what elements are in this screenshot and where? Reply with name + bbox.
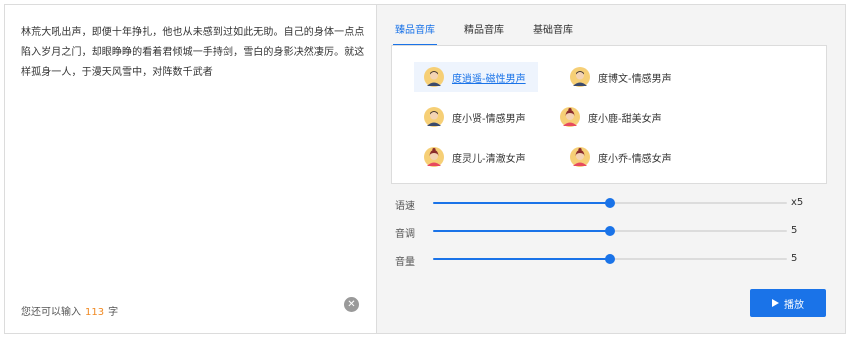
voice-library-tabs: 臻品音库 精品音库 基础音库	[393, 17, 600, 46]
voice-option-label: 度小鹿-甜美女声	[588, 113, 662, 125]
char-counter-suffix: 字	[108, 307, 119, 318]
female-avatar-icon	[560, 107, 580, 127]
voice-option[interactable]: 度逍遥-磁性男声	[414, 62, 538, 92]
volume-slider-handle[interactable]	[605, 254, 615, 264]
voice-option-label: 度逍遥-磁性男声	[452, 73, 526, 85]
speed-label: 语速	[395, 201, 415, 212]
volume-value: 5	[791, 253, 798, 264]
close-circle-icon: ✕	[347, 299, 356, 310]
text-input-panel[interactable]: 林荒大吼出声，即便十年挣扎，他也从未感到过如此无助。自己的身体一点点陷入岁月之门…	[5, 5, 377, 333]
volume-slider[interactable]	[433, 254, 787, 264]
voice-option-label: 度小乔-情感女声	[598, 153, 672, 165]
voice-option[interactable]: 度博文-情感男声	[560, 62, 690, 92]
male-avatar-icon	[424, 67, 444, 87]
female-avatar-icon	[570, 147, 590, 167]
volume-label: 音量	[395, 257, 415, 268]
speed-slider-handle[interactable]	[605, 198, 615, 208]
speed-slider-fill	[433, 202, 610, 204]
char-counter: 您还可以输入 113 字	[21, 303, 118, 318]
pitch-value: 5	[791, 225, 798, 236]
speed-value: x5	[791, 197, 804, 208]
voice-list: 度逍遥-磁性男声 度博文-情感男声 度小贤-情感男声 度小鹿-甜美女声 度灵儿-…	[391, 45, 827, 184]
tab-basic-library[interactable]: 基础音库	[531, 17, 575, 45]
clear-text-button[interactable]: ✕	[344, 297, 359, 312]
tab-premium-library[interactable]: 臻品音库	[393, 17, 437, 46]
voice-option[interactable]: 度小鹿-甜美女声	[550, 102, 680, 132]
voice-option-label: 度小贤-情感男声	[452, 113, 526, 125]
voice-option[interactable]: 度小贤-情感男声	[414, 102, 538, 132]
tts-widget: 林荒大吼出声，即便十年挣扎，他也从未感到过如此无助。自己的身体一点点陷入岁月之门…	[4, 4, 846, 334]
play-button[interactable]: 播放	[750, 289, 826, 317]
text-input-content[interactable]: 林荒大吼出声，即便十年挣扎，他也从未感到过如此无助。自己的身体一点点陷入岁月之门…	[21, 23, 365, 83]
pitch-slider-fill	[433, 230, 610, 232]
speed-slider-row: 语速 x5	[395, 195, 835, 212]
voice-settings-panel: 臻品音库 精品音库 基础音库 度逍遥-磁性男声 度博文-情感男声 度小贤-情感男…	[377, 5, 845, 333]
voice-option[interactable]: 度小乔-情感女声	[560, 142, 690, 172]
voice-option-label: 度灵儿-清澈女声	[452, 153, 526, 165]
pitch-label: 音调	[395, 229, 415, 240]
play-icon	[772, 299, 779, 307]
speed-slider[interactable]	[433, 198, 787, 208]
female-avatar-icon	[424, 147, 444, 167]
tab-quality-library[interactable]: 精品音库	[462, 17, 506, 45]
play-button-label: 播放	[784, 299, 804, 311]
voice-option-label: 度博文-情感男声	[598, 73, 672, 85]
pitch-slider-handle[interactable]	[605, 226, 615, 236]
voice-option[interactable]: 度灵儿-清澈女声	[414, 142, 538, 172]
char-counter-prefix: 您还可以输入	[21, 307, 81, 318]
volume-slider-fill	[433, 258, 610, 260]
pitch-slider-row: 音调 5	[395, 223, 835, 240]
volume-slider-row: 音量 5	[395, 251, 835, 268]
male-avatar-icon	[570, 67, 590, 87]
char-counter-value: 113	[85, 307, 105, 318]
pitch-slider[interactable]	[433, 226, 787, 236]
male-avatar-icon	[424, 107, 444, 127]
